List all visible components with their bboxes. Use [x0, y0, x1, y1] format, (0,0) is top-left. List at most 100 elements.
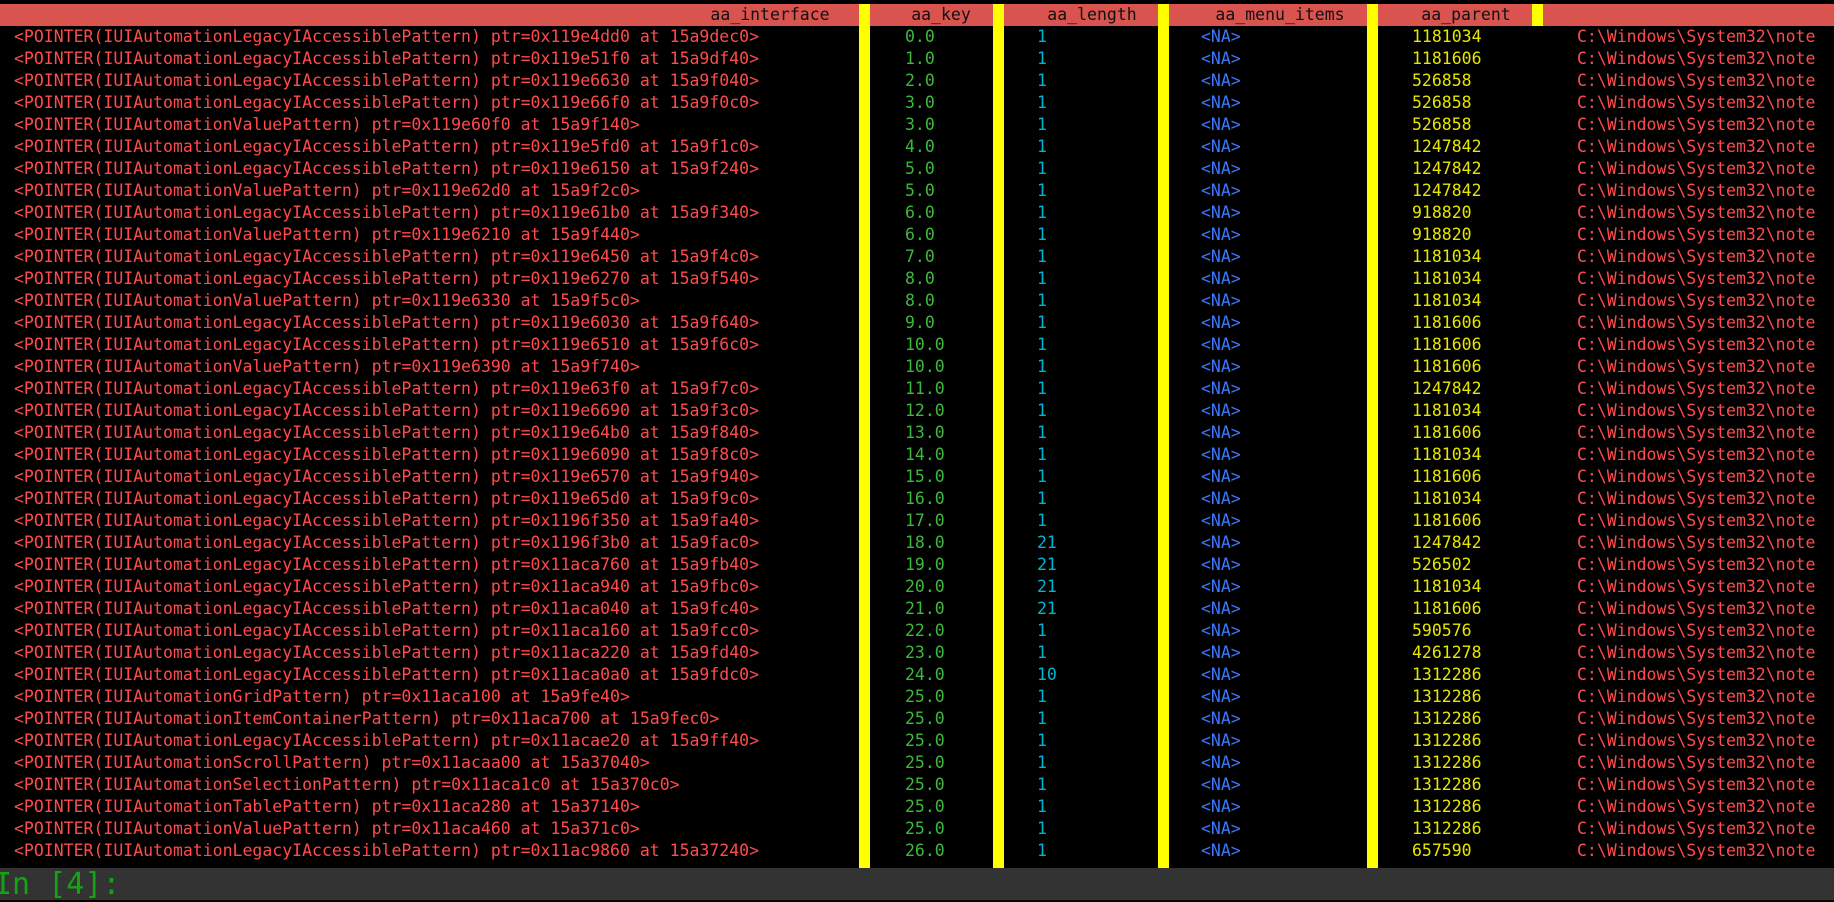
table-row: <POINTER(IUIAutomationLegacyIAccessibleP… [0, 92, 1834, 114]
cell-path: C:\Windows\System32\note [1577, 731, 1816, 750]
cell-aa-menu-items: <NA> [1201, 577, 1241, 596]
cell-aa-key: 21.0 [905, 599, 945, 618]
cell-aa-length: 1 [1037, 423, 1047, 442]
table-row: <POINTER(IUIAutomationItemContainerPatte… [0, 708, 1834, 730]
cell-aa-key: 0.0 [905, 27, 935, 46]
cell-aa-parent: 1181034 [1412, 291, 1482, 310]
cell-aa-interface: <POINTER(IUIAutomationValuePattern) ptr=… [14, 181, 640, 200]
cell-aa-interface: <POINTER(IUIAutomationLegacyIAccessibleP… [14, 467, 760, 486]
cell-aa-menu-items: <NA> [1201, 643, 1241, 662]
table-row: <POINTER(IUIAutomationValuePattern) ptr=… [0, 356, 1834, 378]
cell-aa-parent: 1181034 [1412, 489, 1482, 508]
cell-aa-key: 18.0 [905, 533, 945, 552]
cell-aa-key: 15.0 [905, 467, 945, 486]
column-header-aa-key: aa_key [911, 5, 971, 24]
cell-aa-key: 5.0 [905, 159, 935, 178]
cell-aa-length: 1 [1037, 841, 1047, 860]
table-row: <POINTER(IUIAutomationLegacyIAccessibleP… [0, 70, 1834, 92]
cell-aa-interface: <POINTER(IUIAutomationLegacyIAccessibleP… [14, 621, 760, 640]
cell-aa-menu-items: <NA> [1201, 379, 1241, 398]
cell-aa-length: 21 [1037, 555, 1057, 574]
cell-path: C:\Windows\System32\note [1577, 115, 1816, 134]
cell-aa-key: 25.0 [905, 687, 945, 706]
cell-path: C:\Windows\System32\note [1577, 93, 1816, 112]
cell-aa-interface: <POINTER(IUIAutomationLegacyIAccessibleP… [14, 203, 760, 222]
cell-aa-parent: 1181034 [1412, 247, 1482, 266]
cell-aa-length: 10 [1037, 665, 1057, 684]
cell-aa-length: 1 [1037, 335, 1047, 354]
cell-aa-menu-items: <NA> [1201, 665, 1241, 684]
cell-aa-menu-items: <NA> [1201, 841, 1241, 860]
cell-path: C:\Windows\System32\note [1577, 159, 1816, 178]
cell-aa-key: 19.0 [905, 555, 945, 574]
cell-aa-parent: 918820 [1412, 203, 1472, 222]
cell-aa-parent: 1312286 [1412, 797, 1482, 816]
cell-aa-length: 1 [1037, 357, 1047, 376]
cell-aa-interface: <POINTER(IUIAutomationGridPattern) ptr=0… [14, 687, 630, 706]
table-row: <POINTER(IUIAutomationLegacyIAccessibleP… [0, 48, 1834, 70]
cell-aa-key: 23.0 [905, 643, 945, 662]
cell-path: C:\Windows\System32\note [1577, 621, 1816, 640]
cell-aa-parent: 1312286 [1412, 687, 1482, 706]
column-header-aa-interface: aa_interface [710, 5, 830, 24]
cell-aa-menu-items: <NA> [1201, 357, 1241, 376]
cell-aa-interface: <POINTER(IUIAutomationSelectionPattern) … [14, 775, 680, 794]
cell-aa-menu-items: <NA> [1201, 797, 1241, 816]
cell-path: C:\Windows\System32\note [1577, 71, 1816, 90]
cell-aa-key: 24.0 [905, 665, 945, 684]
cell-aa-menu-items: <NA> [1201, 775, 1241, 794]
table-row: <POINTER(IUIAutomationValuePattern) ptr=… [0, 114, 1834, 136]
table-row: <POINTER(IUIAutomationLegacyIAccessibleP… [0, 334, 1834, 356]
cell-aa-key: 25.0 [905, 709, 945, 728]
cell-aa-interface: <POINTER(IUIAutomationLegacyIAccessibleP… [14, 445, 760, 464]
cell-aa-length: 1 [1037, 819, 1047, 838]
cell-aa-length: 1 [1037, 687, 1047, 706]
cell-aa-interface: <POINTER(IUIAutomationLegacyIAccessibleP… [14, 313, 760, 332]
table-row: <POINTER(IUIAutomationTablePattern) ptr=… [0, 796, 1834, 818]
cell-aa-menu-items: <NA> [1201, 93, 1241, 112]
cell-aa-interface: <POINTER(IUIAutomationLegacyIAccessibleP… [14, 335, 760, 354]
input-prompt: In [4]: [0, 867, 121, 902]
cell-aa-interface: <POINTER(IUIAutomationLegacyIAccessibleP… [14, 577, 760, 596]
table-row: <POINTER(IUIAutomationScrollPattern) ptr… [0, 752, 1834, 774]
cell-aa-interface: <POINTER(IUIAutomationLegacyIAccessibleP… [14, 555, 760, 574]
cell-aa-interface: <POINTER(IUIAutomationLegacyIAccessibleP… [14, 247, 760, 266]
cell-aa-parent: 1312286 [1412, 819, 1482, 838]
cell-aa-key: 3.0 [905, 115, 935, 134]
cell-aa-parent: 526858 [1412, 71, 1472, 90]
cell-aa-key: 25.0 [905, 775, 945, 794]
cell-aa-parent: 526502 [1412, 555, 1472, 574]
table-row: <POINTER(IUIAutomationLegacyIAccessibleP… [0, 466, 1834, 488]
cell-aa-parent: 1181606 [1412, 49, 1482, 68]
cell-aa-interface: <POINTER(IUIAutomationLegacyIAccessibleP… [14, 71, 760, 90]
cell-aa-length: 1 [1037, 797, 1047, 816]
cell-aa-menu-items: <NA> [1201, 621, 1241, 640]
table-header: aa_interface aa_key aa_length aa_menu_it… [0, 4, 1834, 26]
cell-aa-length: 1 [1037, 137, 1047, 156]
cell-aa-key: 5.0 [905, 181, 935, 200]
cell-aa-parent: 590576 [1412, 621, 1472, 640]
cell-aa-interface: <POINTER(IUIAutomationValuePattern) ptr=… [14, 291, 640, 310]
cell-aa-interface: <POINTER(IUIAutomationLegacyIAccessibleP… [14, 599, 760, 618]
cell-aa-length: 1 [1037, 467, 1047, 486]
cell-path: C:\Windows\System32\note [1577, 269, 1816, 288]
cell-aa-interface: <POINTER(IUIAutomationLegacyIAccessibleP… [14, 489, 760, 508]
cell-aa-menu-items: <NA> [1201, 203, 1241, 222]
ipython-prompt-bar[interactable]: In [4]: [0, 868, 1834, 900]
cell-aa-menu-items: <NA> [1201, 709, 1241, 728]
cell-aa-menu-items: <NA> [1201, 115, 1241, 134]
cell-path: C:\Windows\System32\note [1577, 819, 1816, 838]
cell-path: C:\Windows\System32\note [1577, 775, 1816, 794]
cell-aa-menu-items: <NA> [1201, 137, 1241, 156]
table-row: <POINTER(IUIAutomationLegacyIAccessibleP… [0, 510, 1834, 532]
cell-path: C:\Windows\System32\note [1577, 687, 1816, 706]
cell-aa-key: 16.0 [905, 489, 945, 508]
cell-aa-interface: <POINTER(IUIAutomationLegacyIAccessibleP… [14, 665, 760, 684]
cell-path: C:\Windows\System32\note [1577, 27, 1816, 46]
cell-aa-key: 14.0 [905, 445, 945, 464]
cell-aa-interface: <POINTER(IUIAutomationLegacyIAccessibleP… [14, 93, 760, 112]
cell-aa-parent: 1181606 [1412, 599, 1482, 618]
cell-aa-key: 22.0 [905, 621, 945, 640]
cell-aa-menu-items: <NA> [1201, 753, 1241, 772]
table-row: <POINTER(IUIAutomationValuePattern) ptr=… [0, 818, 1834, 840]
